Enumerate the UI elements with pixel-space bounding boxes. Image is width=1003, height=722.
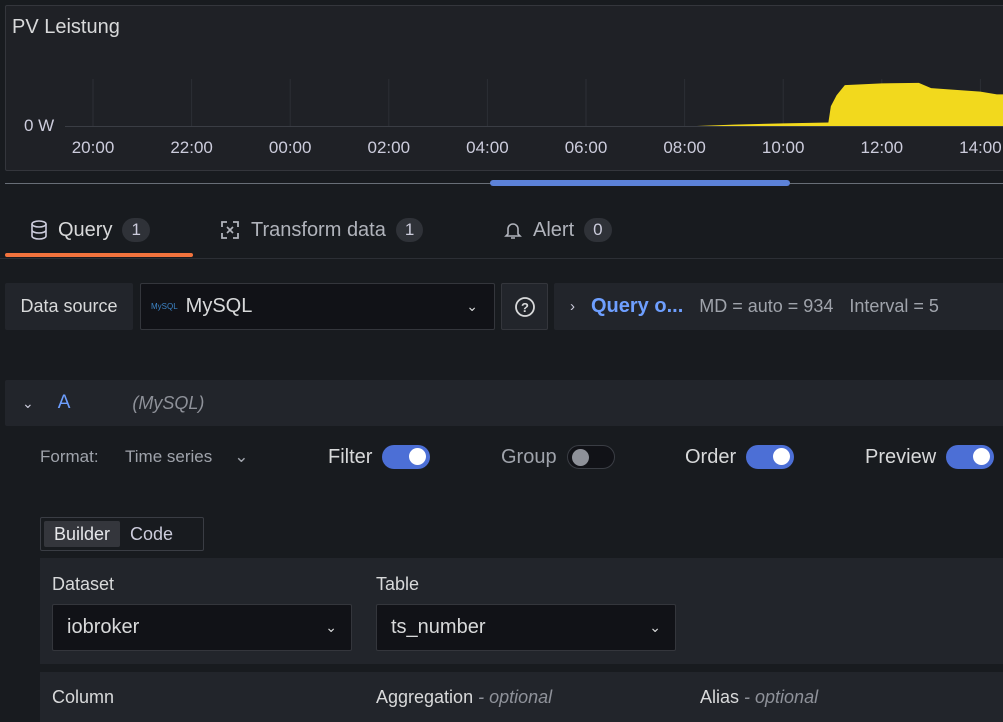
query-options-toggle[interactable]: › Query o... MD = auto = 934 Interval = … (554, 283, 1003, 330)
tab-label: Transform data (251, 218, 386, 241)
active-tab-indicator (5, 253, 193, 257)
splitter-handle[interactable] (490, 180, 790, 186)
divider (0, 258, 1003, 259)
format-value: Time series (125, 447, 213, 466)
toggle-label: Preview (865, 445, 937, 468)
table-select[interactable]: ts_number ⌄ (376, 604, 676, 651)
query-source: (MySQL) (132, 392, 205, 413)
bell-icon (504, 223, 522, 239)
preview-toggle[interactable]: Preview (865, 445, 995, 469)
table-label: Table (376, 574, 420, 594)
query-ref-id[interactable]: A (58, 392, 71, 414)
chevron-down-icon[interactable]: ⌄ (22, 395, 34, 412)
x-tick-label: 02:00 (367, 138, 411, 157)
table-value: ts_number (391, 616, 486, 638)
format-label: Format: (40, 447, 99, 466)
tab-alert[interactable]: Alert 0 (503, 218, 612, 242)
max-data-points: MD = auto = 934 (699, 296, 834, 316)
builder-mode-button[interactable]: Builder (44, 521, 121, 547)
alias-label: Alias - optional (700, 687, 819, 707)
x-tick-label: 04:00 (466, 138, 509, 157)
dataset-value: iobroker (67, 616, 140, 638)
tab-count-badge: 0 (584, 218, 612, 242)
x-tick-label: 08:00 (663, 138, 706, 157)
chevron-down-icon: ⌄ (466, 298, 478, 314)
x-tick-label: 00:00 (268, 138, 312, 157)
help-button[interactable]: ? (501, 283, 548, 330)
format-select[interactable]: Time series ⌄ (125, 447, 248, 467)
toggle-switch[interactable] (566, 445, 615, 469)
mysql-logo: MySQL (151, 302, 178, 311)
chevron-down-icon: ⌄ (325, 619, 337, 635)
dataset-select[interactable]: iobroker ⌄ (52, 604, 352, 651)
transform-icon (221, 221, 239, 239)
x-tick-label: 14:00 (959, 138, 1002, 157)
data-source-label: Data source (5, 283, 133, 330)
toggle-label: Group (501, 445, 557, 468)
data-source-select[interactable]: MySQL MySQL ⌄ (140, 283, 495, 330)
column-label: Column (52, 687, 115, 707)
tab-transform-data[interactable]: Transform data 1 (219, 218, 424, 242)
query-row-header[interactable]: ⌄ A (MySQL) (5, 380, 1003, 426)
order-toggle[interactable]: Order (685, 445, 795, 469)
database-icon (31, 220, 47, 240)
dataset-label: Dataset (52, 574, 115, 594)
chevron-right-icon: › (570, 298, 575, 315)
filter-toggle[interactable]: Filter (328, 445, 431, 469)
tab-count-badge: 1 (395, 218, 424, 242)
y-tick-label: 0 W (24, 116, 55, 135)
editor-mode-switch: Builder Code (40, 517, 204, 551)
x-tick-label: 06:00 (564, 138, 608, 157)
x-tick-label: 20:00 (71, 138, 115, 157)
code-mode-button[interactable]: Code (120, 521, 183, 547)
tab-label: Alert (533, 218, 575, 241)
x-tick-label: 22:00 (170, 138, 213, 157)
data-source-value: MySQL (185, 295, 253, 317)
x-tick-label: 12:00 (860, 138, 904, 157)
question-circle-icon: ? (514, 296, 535, 317)
svg-text:?: ? (521, 300, 529, 315)
series-area (696, 82, 1003, 126)
chevron-down-icon: ⌄ (649, 619, 661, 635)
toggle-switch[interactable] (746, 445, 795, 469)
tab-query[interactable]: Query 1 (30, 218, 150, 242)
toggle-switch[interactable] (946, 445, 995, 469)
tab-label: Query (58, 218, 113, 241)
chevron-down-icon: ⌄ (234, 447, 249, 466)
interval: Interval = 5 (849, 296, 939, 316)
query-options-label: Query o... (591, 295, 684, 317)
x-tick-label: 10:00 (761, 138, 805, 157)
toggle-label: Order (685, 445, 737, 468)
tab-count-badge: 1 (122, 218, 150, 242)
group-toggle[interactable]: Group (501, 445, 615, 469)
aggregation-label: Aggregation - optional (376, 687, 553, 707)
toggle-switch[interactable] (382, 445, 431, 469)
toggle-label: Filter (328, 445, 373, 468)
